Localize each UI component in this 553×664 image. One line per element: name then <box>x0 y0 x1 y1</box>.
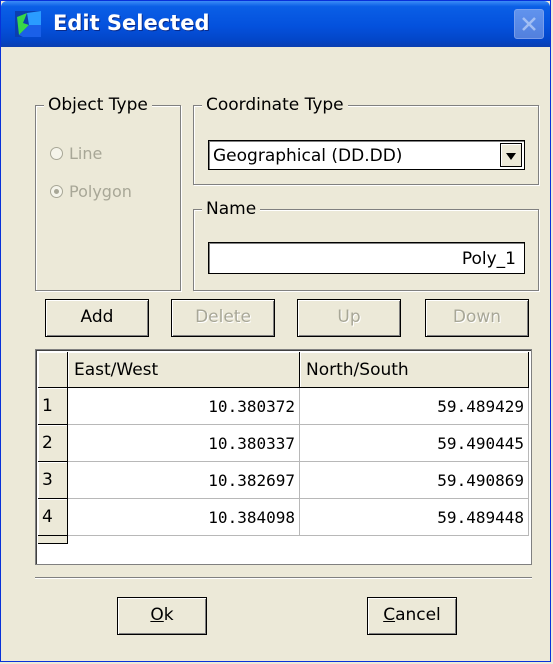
row-header[interactable]: 3 <box>38 462 68 499</box>
add-button-label: Add <box>80 307 114 327</box>
name-legend: Name <box>202 199 261 219</box>
title-bar[interactable]: Edit Selected <box>1 1 550 47</box>
ok-button[interactable]: Ok <box>117 597 207 635</box>
delete-button-label: Delete <box>195 307 251 327</box>
row-header[interactable]: 1 <box>38 388 68 425</box>
column-header-east-west[interactable]: East/West <box>68 352 300 388</box>
cancel-label-rest: ancel <box>395 605 441 625</box>
row-header[interactable]: 4 <box>38 499 68 536</box>
radio-line-label: Line <box>69 144 103 163</box>
edit-selected-dialog: Edit Selected Object Type Line Polygon C… <box>0 0 551 662</box>
coordinate-type-value: Geographical (DD.DD) <box>213 146 403 166</box>
cell-north-south[interactable]: 59.489429 <box>300 388 529 425</box>
cell-north-south[interactable]: 59.489448 <box>300 499 529 536</box>
column-header-north-south[interactable]: North/South <box>300 352 529 388</box>
window-title: Edit Selected <box>53 11 210 35</box>
add-button[interactable]: Add <box>45 299 149 337</box>
radio-line[interactable]: Line <box>50 144 102 163</box>
row-header[interactable]: 2 <box>38 425 68 462</box>
up-button-label: Up <box>337 307 361 327</box>
name-input[interactable]: Poly_1 <box>208 242 525 274</box>
name-group: Name Poly_1 <box>193 199 539 291</box>
object-type-group: Object Type Line Polygon <box>35 95 181 291</box>
chevron-down-icon[interactable] <box>500 143 522 167</box>
radio-polygon-button[interactable] <box>50 185 63 198</box>
object-type-legend: Object Type <box>44 95 152 115</box>
cell-north-south[interactable]: 59.490869 <box>300 462 529 499</box>
divider <box>35 577 532 579</box>
cell-east-west[interactable]: 10.384098 <box>68 499 300 536</box>
coordinate-type-legend: Coordinate Type <box>202 95 348 115</box>
radio-polygon-label: Polygon <box>69 182 132 201</box>
corner-header <box>38 352 68 388</box>
radio-line-button[interactable] <box>50 147 63 160</box>
coordinates-table[interactable]: East/West North/South 1 10.380372 59.489… <box>35 349 532 565</box>
cell-east-west[interactable]: 10.382697 <box>68 462 300 499</box>
close-icon <box>522 17 536 31</box>
app-icon <box>15 11 41 37</box>
up-button[interactable]: Up <box>297 299 401 337</box>
name-input-value: Poly_1 <box>461 249 516 269</box>
down-button[interactable]: Down <box>425 299 529 337</box>
cell-east-west[interactable]: 10.380372 <box>68 388 300 425</box>
cell-north-south[interactable]: 59.490445 <box>300 425 529 462</box>
down-button-label: Down <box>452 307 502 327</box>
coordinate-type-select[interactable]: Geographical (DD.DD) <box>208 140 525 170</box>
ok-label-rest: k <box>163 605 174 625</box>
cancel-button[interactable]: Cancel <box>367 597 457 635</box>
cancel-mnemonic: C <box>383 605 396 625</box>
radio-polygon[interactable]: Polygon <box>50 182 132 201</box>
cell-east-west[interactable]: 10.380337 <box>68 425 300 462</box>
close-button[interactable] <box>514 9 544 39</box>
row-header-empty <box>38 536 68 544</box>
delete-button[interactable]: Delete <box>171 299 275 337</box>
ok-mnemonic: O <box>150 605 164 625</box>
coordinate-type-group: Coordinate Type Geographical (DD.DD) <box>193 95 539 185</box>
